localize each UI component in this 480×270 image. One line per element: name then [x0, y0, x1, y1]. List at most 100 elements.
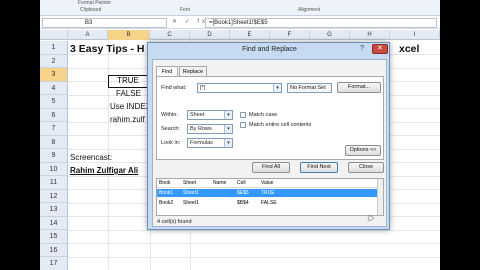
- look-in-select[interactable]: Formulas ▾: [187, 138, 233, 148]
- ribbon: Format Painter Clipboard Font Alignment: [40, 0, 440, 16]
- alignment-group-label: Alignment: [298, 7, 321, 13]
- chevron-down-icon[interactable]: ▾: [224, 139, 232, 147]
- row-header[interactable]: 1: [40, 41, 68, 55]
- table-row[interactable]: Book2 Sheet1 $B$4 FALSE: [157, 199, 377, 207]
- select-all-corner[interactable]: [40, 30, 68, 40]
- result-sheet: Sheet1: [183, 190, 199, 196]
- status-text: 4 cell(s) found: [157, 219, 192, 225]
- excel-window: Format Painter Clipboard Font Alignment …: [40, 0, 440, 270]
- format-preview: No Format Set: [287, 83, 332, 93]
- format-painter-button[interactable]: Format Painter: [78, 0, 111, 6]
- dialog-body: Find Replace Find what: [*] ▾ No Format …: [152, 59, 387, 227]
- help-icon[interactable]: ?: [360, 45, 364, 52]
- row-header[interactable]: 4: [40, 81, 68, 95]
- result-value: TRUE: [261, 190, 275, 196]
- column-headers: A B C D E F G H I: [40, 30, 440, 40]
- chevron-down-icon[interactable]: ▾: [273, 84, 281, 92]
- find-tab-pane: Find what: [*] ▾ No Format Set Format...…: [156, 76, 384, 160]
- result-cell: $E$5: [237, 190, 249, 196]
- search-label: Search:: [161, 126, 180, 132]
- find-what-input[interactable]: [*] ▾: [197, 83, 282, 93]
- results-col-cell[interactable]: Cell: [237, 179, 246, 187]
- column-header[interactable]: G: [310, 30, 350, 40]
- results-header: Book Sheet Name Cell Value: [157, 179, 383, 188]
- within-select[interactable]: Sheet ▾: [187, 110, 233, 120]
- row-header[interactable]: 16: [40, 243, 68, 257]
- column-header[interactable]: C: [150, 30, 190, 40]
- options-button[interactable]: Options <<: [345, 145, 381, 156]
- column-header[interactable]: A: [68, 30, 108, 40]
- font-group-label: Font: [180, 7, 191, 13]
- result-sheet: Sheet1: [183, 200, 199, 206]
- find-all-button[interactable]: Find All: [252, 162, 290, 173]
- look-in-value: Formulas: [190, 140, 213, 146]
- row-header[interactable]: 13: [40, 203, 68, 217]
- cell-a9[interactable]: Screencast:: [70, 153, 112, 162]
- tab-replace[interactable]: Replace: [179, 66, 207, 76]
- cell-a10[interactable]: Rahim Zulfigar Ali: [70, 166, 138, 175]
- find-what-label: Find what:: [161, 85, 187, 91]
- gridline: [68, 243, 440, 244]
- row-header[interactable]: 8: [40, 135, 68, 149]
- tab-find[interactable]: Find: [156, 66, 178, 76]
- row-header[interactable]: 9: [40, 149, 68, 163]
- row-header[interactable]: 6: [40, 108, 68, 122]
- dialog-title: Find and Replace: [242, 46, 297, 53]
- row-header[interactable]: 10: [40, 162, 68, 176]
- formula-bar: B3 ✕ ✓ fx =[Book1]Sheet1!$E$5: [40, 17, 440, 29]
- within-value: Sheet: [190, 112, 205, 118]
- results-col-sheet[interactable]: Sheet: [183, 179, 196, 187]
- column-header[interactable]: E: [230, 30, 270, 40]
- search-select[interactable]: By Rows ▾: [187, 124, 233, 134]
- result-book: Book1: [159, 190, 174, 196]
- sheet-title: 3 Easy Tips - H: [70, 43, 145, 55]
- column-header[interactable]: F: [270, 30, 310, 40]
- row-header[interactable]: 12: [40, 189, 68, 203]
- search-value: By Rows: [190, 126, 212, 132]
- row-header[interactable]: 3: [40, 68, 68, 82]
- row-header[interactable]: 11: [40, 176, 68, 190]
- column-header[interactable]: D: [190, 30, 230, 40]
- table-row[interactable]: Book1 Sheet1 $E$5 TRUE: [157, 189, 377, 197]
- chevron-down-icon[interactable]: ▾: [224, 111, 232, 119]
- gridline: [68, 256, 440, 258]
- find-replace-dialog: Find and Replace ? ✕ Find Replace Find w…: [147, 42, 390, 230]
- cell-b5[interactable]: Use INDEX: [110, 102, 151, 111]
- name-box[interactable]: B3: [42, 18, 167, 28]
- column-header[interactable]: B: [108, 30, 150, 40]
- fx-icon[interactable]: ✕ ✓ fx: [172, 18, 208, 27]
- match-case-label: Match case: [249, 112, 278, 118]
- format-button[interactable]: Format...: [337, 82, 381, 93]
- find-what-value: [*]: [200, 85, 206, 91]
- result-value: FALSE: [261, 200, 277, 206]
- cell-b3-active[interactable]: TRUE: [108, 75, 148, 88]
- close-icon[interactable]: ✕: [372, 44, 388, 54]
- row-header[interactable]: 7: [40, 122, 68, 136]
- match-entire-label: Match entire cell contents: [249, 122, 312, 128]
- cell-b4[interactable]: FALSE: [116, 89, 141, 98]
- column-header[interactable]: H: [350, 30, 390, 40]
- row-header[interactable]: 14: [40, 216, 68, 230]
- look-in-label: Look in:: [161, 140, 181, 146]
- results-col-name[interactable]: Name: [213, 179, 226, 187]
- close-button[interactable]: Close: [348, 162, 384, 173]
- match-case-checkbox[interactable]: [240, 112, 246, 118]
- row-header[interactable]: 17: [40, 257, 68, 270]
- within-label: Within:: [161, 112, 178, 118]
- result-book: Book2: [159, 200, 174, 206]
- mouse-cursor-icon: ➤: [367, 213, 375, 223]
- row-header[interactable]: 2: [40, 54, 68, 68]
- results-list: Book Sheet Name Cell Value Book1 Sheet1 …: [156, 178, 384, 216]
- chevron-down-icon[interactable]: ▾: [224, 125, 232, 133]
- match-entire-checkbox[interactable]: [240, 122, 246, 128]
- column-header[interactable]: I: [390, 30, 440, 40]
- formula-input[interactable]: =[Book1]Sheet1!$E$5: [205, 18, 437, 28]
- results-col-book[interactable]: Book: [159, 179, 170, 187]
- results-col-value[interactable]: Value: [261, 179, 273, 187]
- row-header[interactable]: 15: [40, 230, 68, 244]
- results-scrollbar[interactable]: [377, 179, 383, 215]
- sheet-title-tail: xcel: [399, 43, 420, 55]
- cell-b6[interactable]: rahim.zulf: [110, 115, 145, 124]
- find-next-button[interactable]: Find Next: [300, 162, 338, 173]
- row-header[interactable]: 5: [40, 95, 68, 109]
